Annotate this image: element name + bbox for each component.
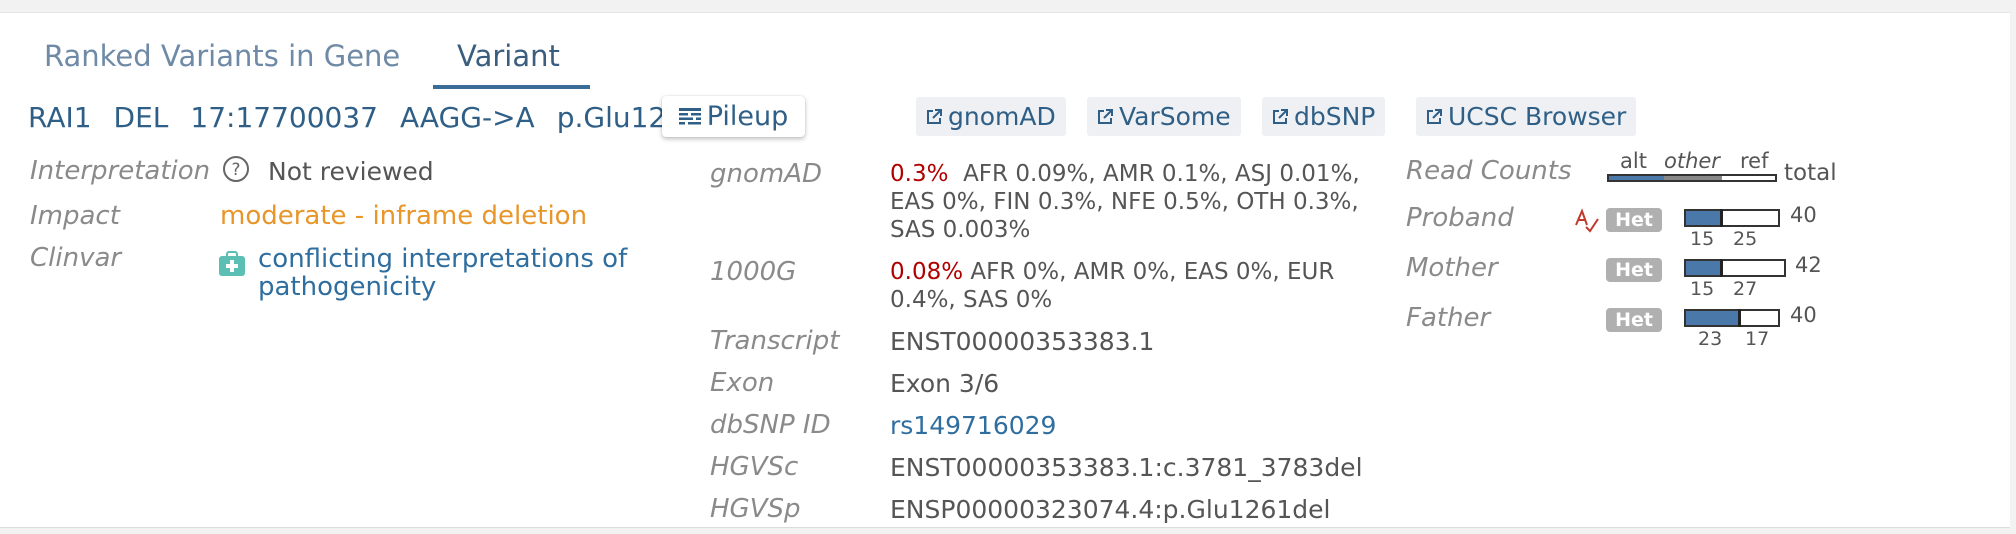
pileup-label: Pileup xyxy=(706,101,789,132)
tab-ranked-variants[interactable]: Ranked Variants in Gene xyxy=(44,27,400,85)
pileup-button[interactable]: Pileup xyxy=(662,96,805,137)
gnomad-freq-label: gnomAD xyxy=(710,159,823,189)
mother-read-bar xyxy=(1684,259,1786,277)
father-total-count: 40 xyxy=(1790,303,1817,327)
gnomad-line2: EAS 0%, FIN 0.3%, NFE 0.5%, OTH 0.3%, xyxy=(890,189,1359,215)
hgvsp-value: ENSP00000323074.4:p.Glu1261del xyxy=(890,495,1331,524)
legend-ref: ref xyxy=(1740,149,1769,173)
proband-alt-count: 15 xyxy=(1690,228,1715,250)
impact-label: Impact xyxy=(30,201,120,231)
clinvar-label: Clinvar xyxy=(30,243,122,273)
clinvar-line2: pathogenicity xyxy=(258,272,437,302)
legend-alt: alt xyxy=(1620,149,1647,173)
mother-alt-fill xyxy=(1686,261,1721,275)
dbsnp-id-link[interactable]: rs149716029 xyxy=(890,411,1056,440)
external-link-icon xyxy=(1098,108,1113,124)
legend-other-swatch xyxy=(1664,176,1722,180)
gnomad-line3: SAS 0.003% xyxy=(890,217,1031,243)
mother-label: Mother xyxy=(1406,253,1498,283)
g1000-freq-label: 1000G xyxy=(710,257,797,287)
legend-other: other xyxy=(1664,149,1720,173)
dbsnp-id-label: dbSNP ID xyxy=(710,410,831,440)
transcript-value: ENST00000353383.1 xyxy=(890,327,1155,356)
exon-value: Exon 3/6 xyxy=(890,369,1000,398)
g1000-line2: 0.4%, SAS 0% xyxy=(890,287,1053,313)
g1000-total-freq: 0.08% xyxy=(890,259,964,285)
pileup-icon xyxy=(678,107,701,124)
hgvsc-label: HGVSc xyxy=(710,452,799,482)
hgvsp-label: HGVSp xyxy=(710,494,801,524)
dbsnp-link[interactable]: dbSNP xyxy=(1262,97,1386,136)
legend-total: total xyxy=(1784,160,1837,186)
exon-label: Exon xyxy=(710,368,775,398)
svg-text:?: ? xyxy=(231,160,240,180)
gnomad-link-label: gnomAD xyxy=(948,102,1056,131)
mother-zygosity-badge: Het xyxy=(1606,258,1662,282)
mother-alt-divider xyxy=(1719,259,1723,277)
active-tab-indicator xyxy=(433,85,590,89)
read-counts-label: Read Counts xyxy=(1406,156,1572,186)
legend-bar xyxy=(1607,174,1777,182)
ucsc-browser-link[interactable]: UCSC Browser xyxy=(1416,97,1637,136)
father-alt-fill xyxy=(1686,311,1739,325)
transcript-label: Transcript xyxy=(710,326,840,356)
clinvar-link[interactable]: conflicting interpretations of pathogeni… xyxy=(258,245,627,301)
father-alt-count: 23 xyxy=(1698,328,1723,350)
clinvar-line1: conflicting interpretations of xyxy=(258,244,628,274)
proband-alt-divider xyxy=(1719,209,1723,227)
g1000-frequencies: 0.08% AFR 0%, AMR 0%, EAS 0%, EUR 0.4%, … xyxy=(890,258,1334,314)
father-ref-count: 17 xyxy=(1745,328,1770,350)
edit-signature-icon[interactable] xyxy=(1574,207,1600,233)
proband-alt-fill xyxy=(1686,211,1721,225)
mother-total-count: 42 xyxy=(1795,253,1822,277)
external-link-icon xyxy=(927,108,942,124)
variant-position: 17:17700037 xyxy=(190,101,378,134)
varsome-link[interactable]: VarSome xyxy=(1087,97,1241,136)
proband-label: Proband xyxy=(1406,203,1514,233)
gnomad-line1: AFR 0.09%, AMR 0.1%, ASJ 0.01%, xyxy=(963,161,1360,187)
gnomad-link[interactable]: gnomAD xyxy=(916,97,1066,136)
external-link-icon xyxy=(1427,108,1442,124)
g1000-line1: AFR 0%, AMR 0%, EAS 0%, EUR xyxy=(970,259,1335,285)
gnomad-total-freq: 0.3% xyxy=(890,161,949,187)
father-label: Father xyxy=(1406,303,1491,333)
external-link-icon xyxy=(1273,108,1288,124)
interpretation-value: Not reviewed xyxy=(268,157,434,186)
proband-read-bar xyxy=(1684,209,1780,227)
interpretation-label: Interpretation xyxy=(30,156,211,186)
gnomad-frequencies: 0.3% AFR 0.09%, AMR 0.1%, ASJ 0.01%, EAS… xyxy=(890,160,1360,244)
varsome-link-label: VarSome xyxy=(1119,102,1231,131)
variant-panel: Ranked Variants in Gene Variant RAI1 DEL 1… xyxy=(0,12,2010,528)
variant-identifier: RAI1 DEL 17:17700037 AAGG->A p.Glu1261del xyxy=(28,101,767,134)
variant-type: DEL xyxy=(113,101,169,134)
father-read-bar xyxy=(1684,309,1780,327)
mother-ref-count: 27 xyxy=(1733,278,1758,300)
variant-change: AAGG->A xyxy=(399,101,535,134)
medical-kit-icon xyxy=(219,251,245,276)
gene-symbol: RAI1 xyxy=(28,101,92,134)
dbsnp-link-label: dbSNP xyxy=(1294,102,1376,131)
father-alt-divider xyxy=(1737,309,1741,327)
legend-alt-swatch xyxy=(1609,176,1664,180)
proband-total-count: 40 xyxy=(1790,203,1817,227)
proband-zygosity-badge: Het xyxy=(1606,208,1662,232)
help-circle-icon[interactable]: ? xyxy=(222,155,250,183)
mother-alt-count: 15 xyxy=(1690,278,1715,300)
hgvsc-value: ENST00000353383.1:c.3781_3783del xyxy=(890,453,1363,482)
father-zygosity-badge: Het xyxy=(1606,308,1662,332)
impact-value: moderate - inframe deletion xyxy=(220,201,588,231)
tab-variant[interactable]: Variant xyxy=(457,27,560,85)
proband-ref-count: 25 xyxy=(1733,228,1758,250)
ucsc-browser-link-label: UCSC Browser xyxy=(1448,102,1627,131)
